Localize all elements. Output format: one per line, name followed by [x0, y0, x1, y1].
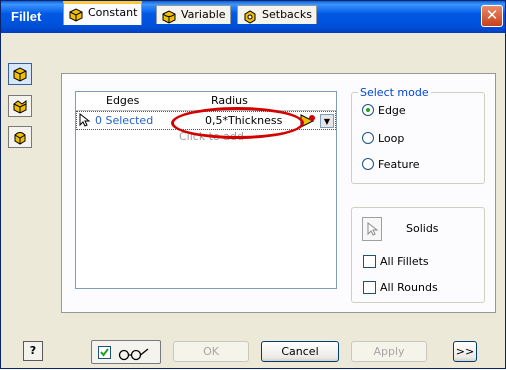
- tab-setbacks[interactable]: Setbacks: [237, 5, 317, 24]
- radio-label: Feature: [378, 158, 420, 171]
- radio-label: Edge: [378, 104, 406, 117]
- preview-toggle[interactable]: [91, 340, 161, 364]
- more-options-button[interactable]: >>: [453, 341, 477, 362]
- checkbox-box[interactable]: [363, 255, 376, 268]
- radio-dot[interactable]: [362, 132, 374, 144]
- full-round-fillet-button[interactable]: [8, 126, 32, 148]
- select-mode-group: Select mode Edge Loop Feature: [351, 86, 485, 184]
- radio-dot[interactable]: [362, 104, 374, 116]
- cancel-button[interactable]: Cancel: [261, 341, 339, 362]
- solids-group: Solids All Fillets All Rounds: [351, 207, 485, 303]
- glasses-icon: [118, 348, 149, 361]
- tab-constant[interactable]: Constant: [63, 1, 143, 25]
- edges-selected-count[interactable]: 0 Selected: [95, 114, 153, 127]
- edge-fillet-icon: [13, 67, 27, 82]
- column-header-edges: Edges: [106, 94, 140, 107]
- checkbox-label: All Rounds: [380, 281, 438, 294]
- variable-fillet-icon: [162, 10, 176, 24]
- setbacks-icon: [244, 10, 256, 24]
- fillet-dialog: Fillet ✕ Constant Variable Setbacks Edge…: [0, 0, 506, 369]
- face-fillet-button[interactable]: [8, 95, 32, 117]
- select-mode-title: Select mode: [360, 86, 429, 99]
- ok-button[interactable]: OK: [173, 341, 249, 362]
- help-icon: ?: [29, 344, 37, 357]
- solids-label: Solids: [406, 222, 439, 235]
- preview-checkbox[interactable]: [98, 346, 111, 359]
- solids-select-button[interactable]: [362, 217, 382, 241]
- constant-fillet-icon: [69, 8, 83, 22]
- select-arrow-icon: [367, 221, 379, 236]
- dialog-footer: ? OK Cancel Apply >>: [1, 313, 505, 369]
- help-button[interactable]: ?: [23, 341, 43, 361]
- full-round-fillet-icon: [14, 132, 26, 145]
- annotation-ellipse: [171, 107, 304, 139]
- radio-label: Loop: [378, 132, 405, 145]
- column-header-radius: Radius: [211, 94, 248, 107]
- tab-label: Constant: [88, 6, 138, 19]
- radius-dropdown-button[interactable]: ▼: [320, 114, 334, 128]
- close-icon: ✕: [485, 6, 499, 24]
- apply-button[interactable]: Apply: [351, 341, 427, 362]
- tab-label: Setbacks: [262, 8, 312, 21]
- window-title: Fillet: [11, 9, 42, 24]
- tab-label: Variable: [181, 8, 226, 21]
- close-button[interactable]: ✕: [481, 5, 503, 27]
- edge-fillet-button[interactable]: [8, 63, 32, 85]
- checkbox-label: All Fillets: [380, 255, 429, 268]
- tab-variable[interactable]: Variable: [156, 5, 231, 24]
- checkbox-box[interactable]: [363, 281, 376, 294]
- check-icon: [100, 348, 109, 357]
- constant-tab-panel: Edges Radius 0 Selected 0,5*Thickness ▼ …: [61, 73, 496, 313]
- select-arrow-icon: [79, 113, 91, 127]
- radio-dot[interactable]: [362, 158, 374, 170]
- face-fillet-icon: [13, 100, 27, 114]
